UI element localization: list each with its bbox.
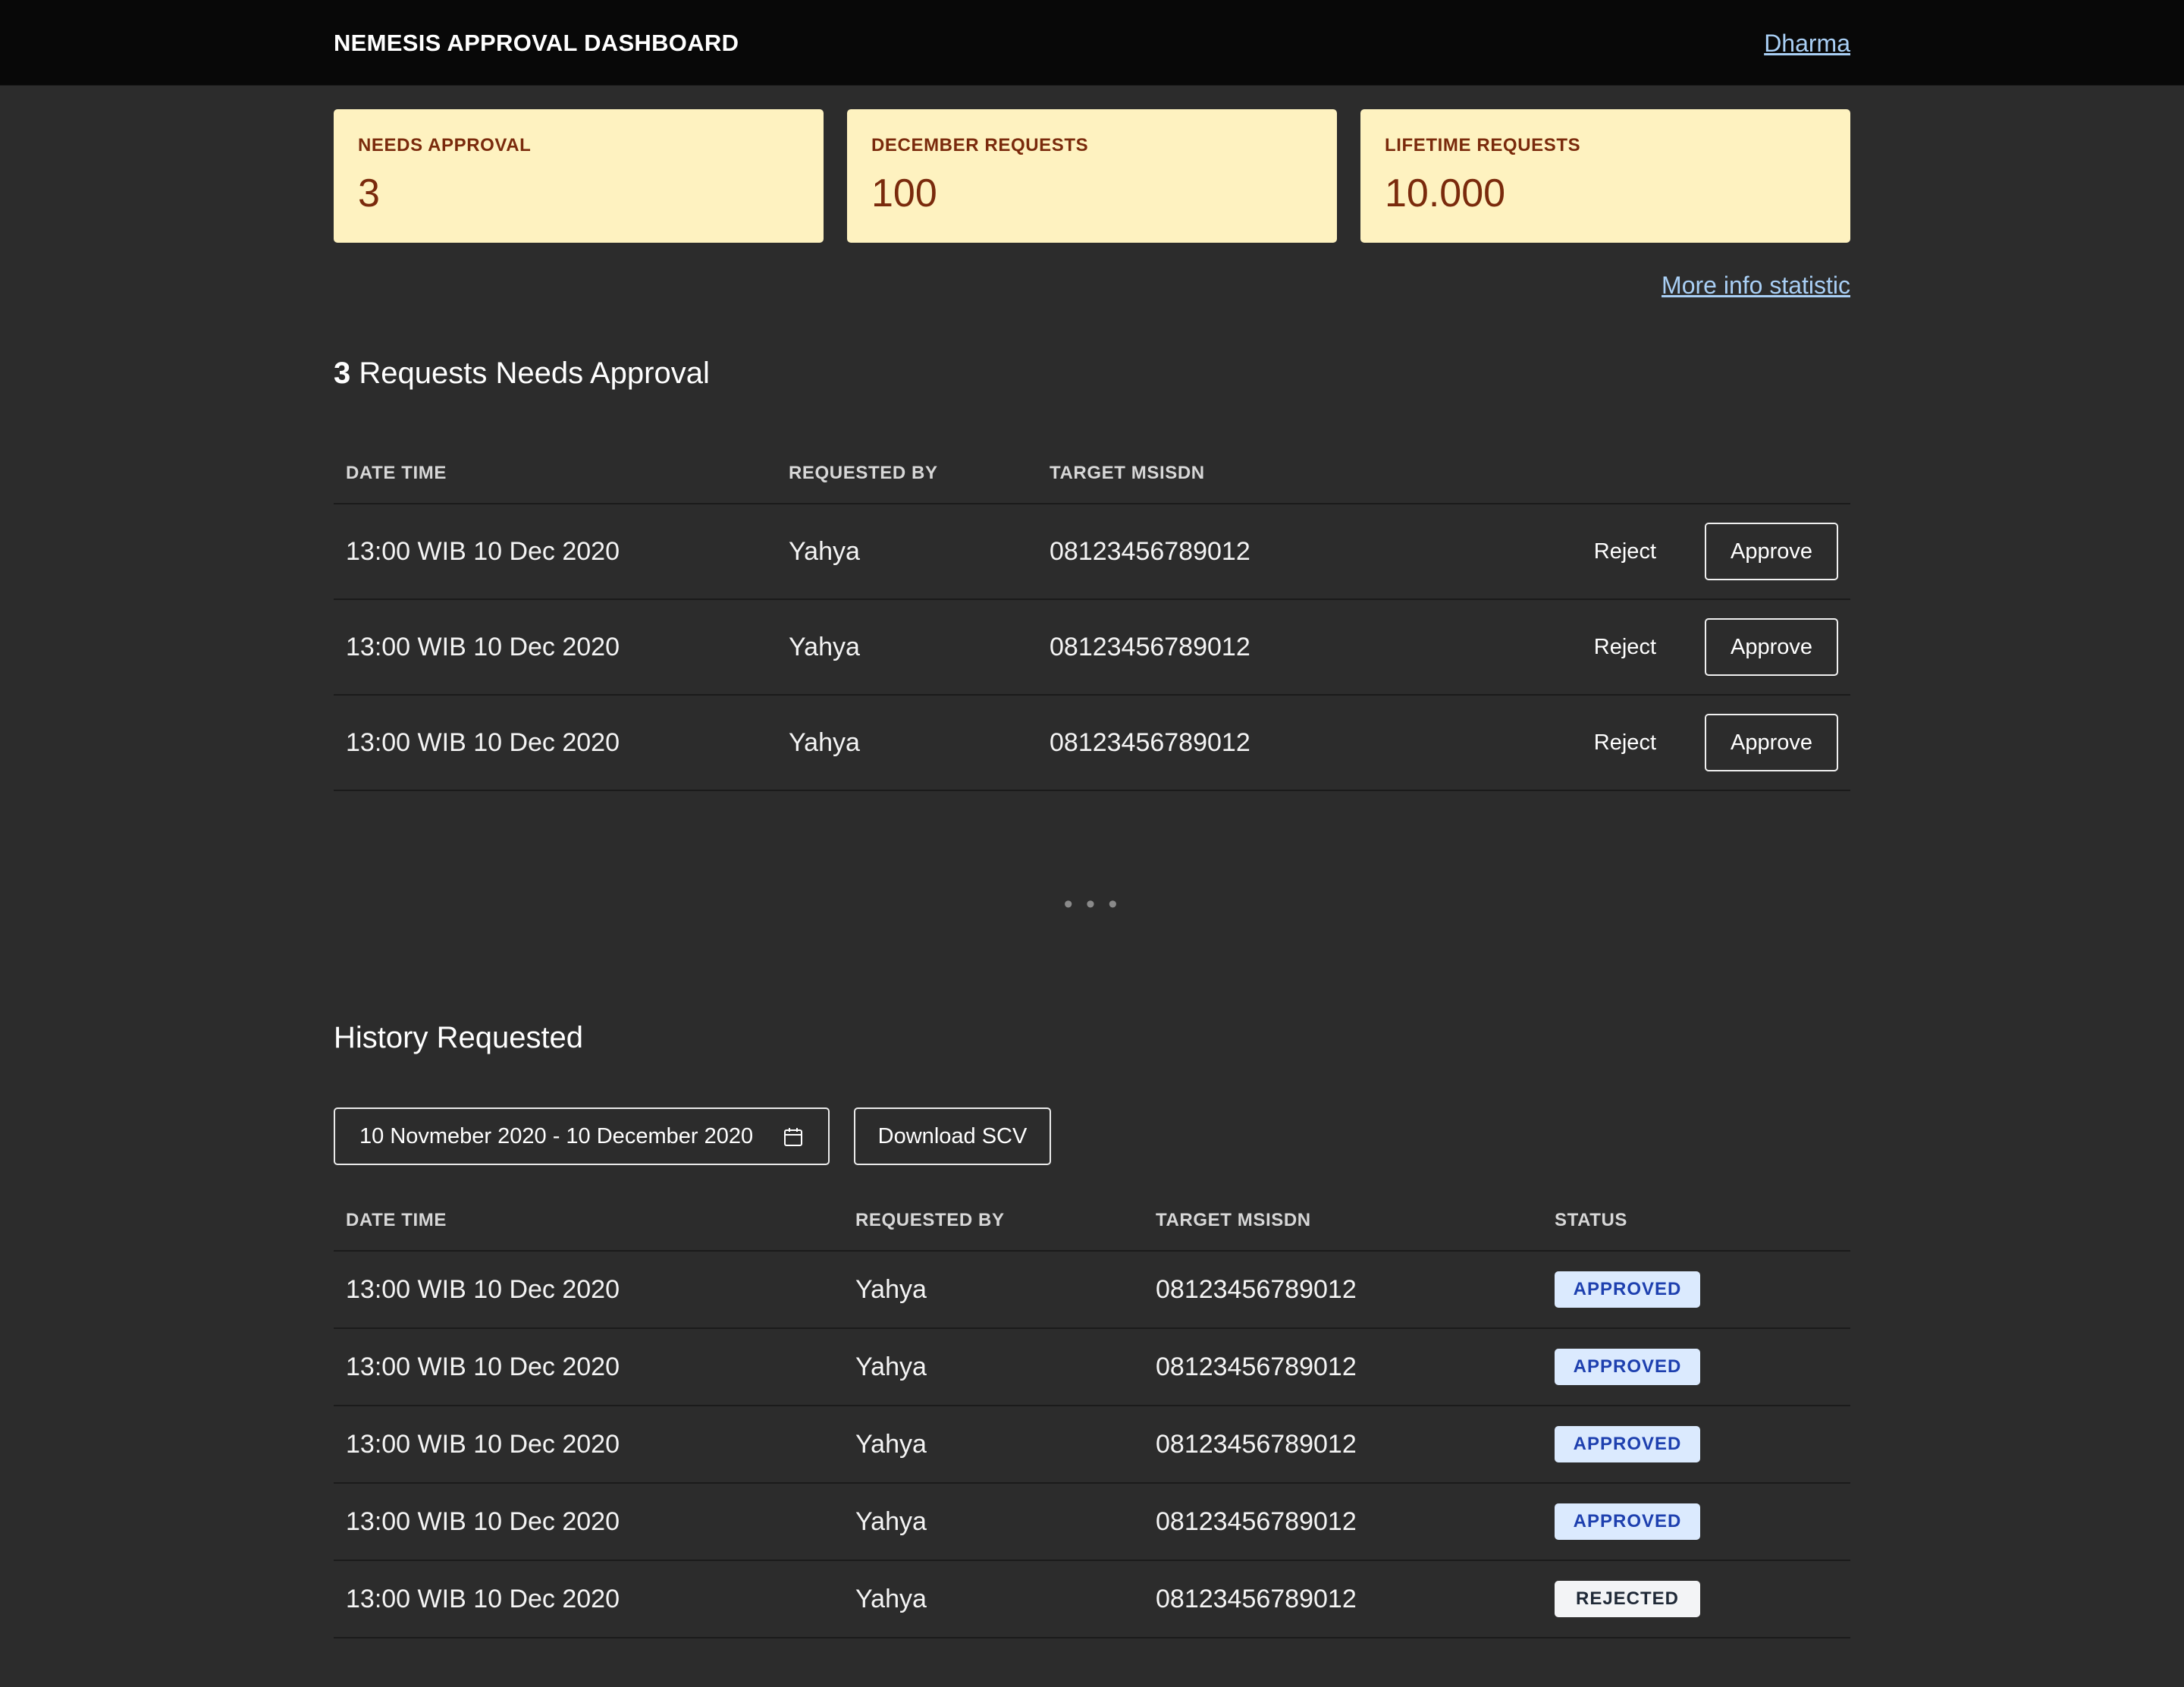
cell-status: APPROVED (1542, 1251, 1850, 1329)
stat-label: NEEDS APPROVAL (358, 135, 532, 156)
stat-card-december-requests: DECEMBER REQUESTS 100 (847, 109, 1337, 243)
approve-button[interactable]: Approve (1705, 523, 1838, 580)
user-profile-link[interactable]: Dharma (1764, 28, 1850, 58)
pending-count: 3 (334, 357, 351, 390)
top-navbar: NEMESIS APPROVAL DASHBOARD Dharma (0, 0, 2184, 86)
cell-actions: Reject Approve (1417, 695, 1850, 791)
cell-msisdn: 08123456789012 (1144, 1328, 1542, 1406)
cell-datetime: 13:00 WIB 10 Dec 2020 (334, 1483, 843, 1561)
reject-button[interactable]: Reject (1594, 635, 1656, 660)
stat-label: DECEMBER REQUESTS (871, 135, 1089, 156)
cell-datetime: 13:00 WIB 10 Dec 2020 (334, 504, 777, 600)
cell-status: APPROVED (1542, 1483, 1850, 1561)
cell-msisdn: 08123456789012 (1037, 695, 1417, 791)
cell-status: APPROVED (1542, 1328, 1850, 1406)
cell-msisdn: 08123456789012 (1144, 1251, 1542, 1329)
cell-datetime: 13:00 WIB 10 Dec 2020 (334, 1560, 843, 1638)
stat-value: 100 (871, 171, 937, 215)
table-row: 13:00 WIB 10 Dec 2020 Yahya 081234567890… (334, 504, 1850, 600)
cell-msisdn: 08123456789012 (1037, 599, 1417, 696)
status-badge: APPROVED (1555, 1349, 1700, 1385)
history-section-title: History Requested (334, 1021, 584, 1054)
cell-requested-by: Yahya (777, 695, 1037, 791)
more-info-statistic-link[interactable]: More info statistic (1662, 270, 1850, 300)
table-row: 13:00 WIB 10 Dec 2020 Yahya 081234567890… (334, 695, 1850, 791)
cell-datetime: 13:00 WIB 10 Dec 2020 (334, 1251, 843, 1329)
app-title: NEMESIS APPROVAL DASHBOARD (334, 30, 739, 56)
column-header-datetime: DATE TIME (334, 1191, 843, 1252)
cell-requested-by: Yahya (843, 1328, 1144, 1406)
download-csv-button[interactable]: Download SCV (854, 1107, 1051, 1165)
table-row: 13:00 WIB 10 Dec 2020 Yahya 081234567890… (334, 599, 1850, 696)
cell-requested-by: Yahya (843, 1483, 1144, 1561)
reject-button[interactable]: Reject (1594, 539, 1656, 564)
column-header-status: STATUS (1542, 1191, 1850, 1252)
cell-msisdn: 08123456789012 (1144, 1483, 1542, 1561)
table-row: 13:00 WIB 10 Dec 2020 Yahya 081234567890… (334, 1560, 1850, 1638)
column-header-requested-by: REQUESTED BY (777, 444, 1037, 504)
cell-msisdn: 08123456789012 (1144, 1560, 1542, 1638)
cell-requested-by: Yahya (777, 504, 1037, 600)
column-header-datetime: DATE TIME (334, 444, 777, 504)
status-badge: APPROVED (1555, 1503, 1700, 1540)
cell-actions: Reject Approve (1417, 504, 1850, 600)
cell-datetime: 13:00 WIB 10 Dec 2020 (334, 1406, 843, 1484)
column-header-requested-by: REQUESTED BY (843, 1191, 1144, 1252)
cell-msisdn: 08123456789012 (1144, 1406, 1542, 1484)
approve-button[interactable]: Approve (1705, 618, 1838, 676)
pending-requests-table: DATE TIME REQUESTED BY TARGET MSISDN 13:… (334, 444, 1850, 791)
column-header-target-msisdn: TARGET MSISDN (1037, 444, 1417, 504)
cell-datetime: 13:00 WIB 10 Dec 2020 (334, 695, 777, 791)
cell-requested-by: Yahya (777, 599, 1037, 696)
status-badge: APPROVED (1555, 1426, 1700, 1462)
pending-section-title: 3 Requests Needs Approval (334, 354, 710, 392)
reject-button[interactable]: Reject (1594, 730, 1656, 756)
table-row: 13:00 WIB 10 Dec 2020 Yahya 081234567890… (334, 1406, 1850, 1484)
pending-title-text: Requests Needs Approval (359, 357, 710, 390)
stat-card-lifetime-requests: LIFETIME REQUESTS 10.000 (1360, 109, 1850, 243)
cell-requested-by: Yahya (843, 1560, 1144, 1638)
date-range-picker[interactable]: 10 Novmeber 2020 - 10 December 2020 (334, 1107, 830, 1165)
cell-datetime: 13:00 WIB 10 Dec 2020 (334, 1328, 843, 1406)
column-header-target-msisdn: TARGET MSISDN (1144, 1191, 1542, 1252)
cell-actions: Reject Approve (1417, 599, 1850, 696)
calendar-icon (784, 1128, 802, 1146)
table-row: 13:00 WIB 10 Dec 2020 Yahya 081234567890… (334, 1328, 1850, 1406)
cell-requested-by: Yahya (843, 1406, 1144, 1484)
stats-cards: NEEDS APPROVAL 3 DECEMBER REQUESTS 100 L… (334, 109, 1850, 243)
cell-msisdn: 08123456789012 (1037, 504, 1417, 600)
cell-datetime: 13:00 WIB 10 Dec 2020 (334, 599, 777, 696)
status-badge: APPROVED (1555, 1271, 1700, 1308)
table-header-row: DATE TIME REQUESTED BY TARGET MSISDN (334, 444, 1850, 504)
cell-requested-by: Yahya (843, 1251, 1144, 1329)
approve-button[interactable]: Approve (1705, 714, 1838, 771)
history-table: DATE TIME REQUESTED BY TARGET MSISDN STA… (334, 1191, 1850, 1638)
table-row: 13:00 WIB 10 Dec 2020 Yahya 081234567890… (334, 1251, 1850, 1329)
table-row: 13:00 WIB 10 Dec 2020 Yahya 081234567890… (334, 1483, 1850, 1561)
date-range-value: 10 Novmeber 2020 - 10 December 2020 (359, 1124, 754, 1148)
table-header-row: DATE TIME REQUESTED BY TARGET MSISDN STA… (334, 1191, 1850, 1252)
stat-value: 3 (358, 171, 380, 215)
cell-status: REJECTED (1542, 1560, 1850, 1638)
status-badge: REJECTED (1555, 1581, 1700, 1617)
stat-value: 10.000 (1385, 171, 1506, 215)
stat-label: LIFETIME REQUESTS (1385, 135, 1581, 156)
column-header-actions (1417, 444, 1850, 504)
section-divider-ellipsis: • • • (1063, 890, 1121, 919)
stat-card-needs-approval: NEEDS APPROVAL 3 (334, 109, 824, 243)
cell-status: APPROVED (1542, 1406, 1850, 1484)
